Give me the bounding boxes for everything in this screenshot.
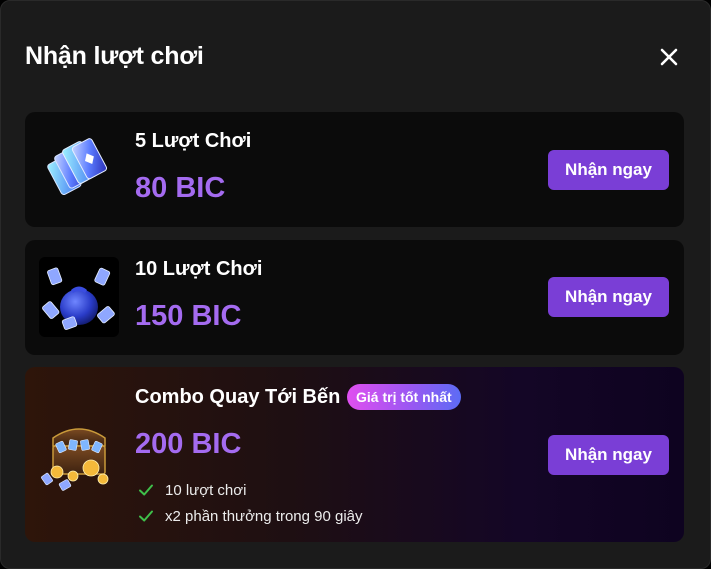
- package-price: 200 BIC: [135, 428, 242, 460]
- package-name: 10 Lượt Chơi: [135, 258, 263, 280]
- modal-title: Nhận lượt chơi: [25, 42, 204, 70]
- treasure-chest-icon: [39, 416, 119, 496]
- benefit-text: 10 lượt chơi: [165, 481, 247, 499]
- claim-now-button[interactable]: Nhận ngay: [548, 150, 669, 190]
- package-card-5-plays: 5 Lượt Chơi 80 BIC Nhận ngay: [25, 112, 684, 227]
- benefit-item: 10 lượt chơi: [137, 478, 363, 502]
- package-card-combo: Combo Quay Tới Bến Giá trị tốt nhất 200 …: [25, 367, 684, 542]
- close-icon: [660, 48, 678, 66]
- package-card-10-plays: 10 Lượt Chơi 150 BIC Nhận ngay: [25, 240, 684, 355]
- ticket-pouch-icon: [39, 257, 119, 337]
- close-button[interactable]: [655, 43, 683, 71]
- benefit-item: x2 phần thưởng trong 90 giây: [137, 504, 363, 528]
- check-icon: [139, 510, 153, 522]
- benefit-text: x2 phần thưởng trong 90 giây: [165, 507, 363, 525]
- benefit-list: 10 lượt chơi x2 phần thưởng trong 90 giâ…: [137, 478, 363, 530]
- claim-now-button[interactable]: Nhận ngay: [548, 277, 669, 317]
- package-price: 80 BIC: [135, 172, 226, 204]
- check-icon: [139, 484, 153, 496]
- claim-plays-modal: Nhận lượt chơi 5 Lượt Chơi 80 BIC Nhận n…: [0, 0, 711, 569]
- package-name: 5 Lượt Chơi: [135, 130, 252, 152]
- package-price: 150 BIC: [135, 300, 242, 332]
- package-name: Combo Quay Tới Bến: [135, 386, 341, 408]
- claim-now-button[interactable]: Nhận ngay: [548, 435, 669, 475]
- tickets-icon: [39, 129, 119, 209]
- best-value-badge: Giá trị tốt nhất: [347, 384, 461, 410]
